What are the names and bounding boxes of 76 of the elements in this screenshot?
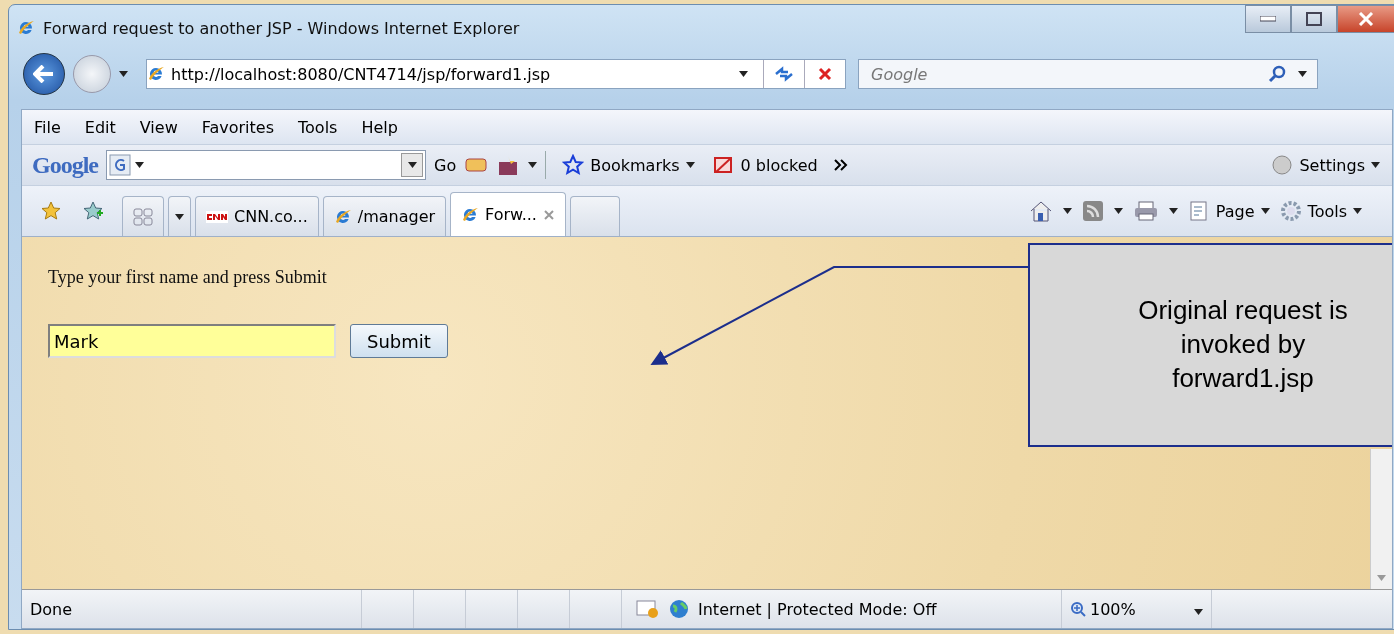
- menu-item[interactable]: Help: [361, 117, 398, 137]
- caret-icon[interactable]: [407, 162, 417, 168]
- tools-menu[interactable]: Tools: [1279, 200, 1362, 222]
- search-field[interactable]: Google: [869, 63, 1256, 85]
- printer-icon[interactable]: [1132, 200, 1159, 222]
- caret-icon[interactable]: [1062, 208, 1072, 214]
- search-icon[interactable]: [1268, 65, 1286, 83]
- star-icon: [562, 154, 585, 176]
- close-button[interactable]: [1337, 5, 1394, 33]
- page-menu[interactable]: Page: [1187, 200, 1270, 222]
- maximize-button[interactable]: [1291, 5, 1337, 33]
- star-icon[interactable]: [40, 200, 62, 222]
- security-zone-text[interactable]: Internet | Protected Mode: Off: [698, 599, 937, 619]
- blocked-popup-icon: [712, 154, 735, 176]
- window-title: Forward request to another JSP - Windows Internet Explorer: [43, 18, 520, 38]
- browser-tab[interactable]: Forw...: [450, 192, 566, 236]
- page-icon: [147, 65, 165, 83]
- page-icon: [1187, 200, 1210, 222]
- browser-icon: [461, 205, 480, 224]
- menu-item[interactable]: Tools: [298, 117, 338, 137]
- home-icon[interactable]: [1028, 200, 1053, 222]
- callout-text: Original request is invoked by forward1.jsp: [1137, 294, 1349, 395]
- logo-icon: [206, 210, 228, 223]
- caret-icon[interactable]: [1260, 208, 1270, 214]
- close-icon[interactable]: [542, 208, 555, 221]
- ticket-icon[interactable]: [464, 155, 489, 175]
- close-icon: [818, 67, 832, 81]
- circle-icon: [1271, 154, 1294, 176]
- browser-icon: [17, 19, 35, 37]
- bookmarks-menu[interactable]: Bookmarks: [562, 154, 695, 176]
- letter-g-icon: [109, 154, 131, 176]
- chevron-icon[interactable]: [833, 159, 848, 171]
- submit-button[interactable]: Submit: [350, 324, 448, 358]
- search-box[interactable]: Google: [858, 59, 1318, 89]
- caret-icon[interactable]: [1168, 208, 1178, 214]
- form-prompt: Type your first name and press Submit: [48, 267, 328, 288]
- zoom-icon: [1070, 601, 1086, 617]
- grid-icon: [133, 207, 153, 226]
- close-icon: [1358, 12, 1374, 26]
- first-name-field[interactable]: Mark: [48, 324, 336, 358]
- caret-icon[interactable]: [135, 162, 144, 168]
- go-button[interactable]: Go: [434, 155, 457, 175]
- browser-tab[interactable]: /manager: [322, 196, 447, 236]
- zoom-control[interactable]: 100%: [1062, 590, 1212, 628]
- tab-list-button[interactable]: [168, 196, 191, 236]
- caret-icon[interactable]: [1298, 71, 1307, 77]
- browser-icon: [333, 207, 352, 226]
- back-arrow-icon: [33, 65, 55, 83]
- minimize-icon: [1260, 16, 1276, 22]
- caret-icon[interactable]: [738, 71, 748, 77]
- gear-icon: [1279, 200, 1302, 222]
- menu-item[interactable]: Edit: [84, 117, 116, 137]
- caret-icon[interactable]: [685, 162, 695, 168]
- toolbar-search-field[interactable]: [106, 150, 426, 180]
- browser-tab[interactable]: CNN.co...: [195, 196, 319, 236]
- toolbar-logo: Google: [32, 151, 98, 179]
- back-button[interactable]: [23, 53, 65, 95]
- caret-icon[interactable]: [119, 71, 128, 77]
- settings-menu[interactable]: Settings: [1271, 154, 1380, 176]
- caret-icon[interactable]: [1353, 208, 1362, 214]
- refresh-arrows-icon: [774, 66, 794, 82]
- maximize-icon: [1306, 12, 1322, 26]
- menu-item[interactable]: View: [139, 117, 178, 137]
- caret-icon[interactable]: [1113, 208, 1123, 214]
- popup-blocker[interactable]: 0 blocked: [712, 154, 818, 176]
- globe-icon: [668, 598, 690, 620]
- status-text: Done: [22, 590, 362, 628]
- menu-item[interactable]: Favorites: [201, 117, 274, 137]
- feed-icon[interactable]: [1081, 200, 1104, 222]
- caret-icon[interactable]: [528, 162, 538, 168]
- caret-icon[interactable]: [1194, 608, 1203, 615]
- caret-icon[interactable]: [175, 213, 184, 220]
- caret-icon[interactable]: [1371, 162, 1380, 168]
- menu-item[interactable]: File: [34, 117, 61, 137]
- add-favorite-icon[interactable]: [82, 200, 104, 222]
- scrollbar[interactable]: [1370, 449, 1392, 589]
